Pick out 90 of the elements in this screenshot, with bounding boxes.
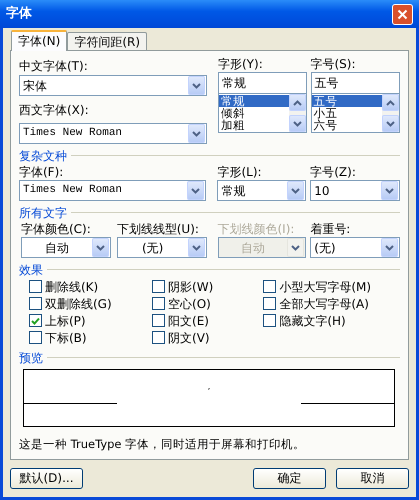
chevron-down-icon — [385, 244, 394, 250]
dropdown-field[interactable]: Times New Roman — [19, 180, 206, 201]
font-description: 这是一种 TrueType 字体，同时适用于屏幕和打印机。 — [19, 436, 306, 452]
checkbox[interactable] — [152, 297, 166, 310]
dropdown-button[interactable] — [188, 124, 205, 143]
list-item[interactable]: 五号 — [312, 95, 382, 107]
chevron-up-icon — [386, 100, 395, 106]
checkbox-label[interactable]: 下标(B) — [45, 328, 87, 346]
checkbox[interactable] — [29, 314, 42, 327]
chevron-down-icon — [192, 244, 200, 250]
checkbox[interactable] — [29, 280, 42, 293]
checkbox[interactable] — [152, 314, 166, 327]
checkbox-label[interactable]: 阴文(V) — [168, 328, 210, 346]
checkbox[interactable] — [29, 297, 42, 310]
checkbox-label[interactable]: 空心(O) — [168, 294, 211, 312]
checkbox-label[interactable]: 双删除线(G) — [45, 294, 112, 312]
dropdown-button[interactable] — [187, 181, 204, 200]
list-item[interactable]: 常规 — [219, 95, 288, 107]
dropdown-button[interactable] — [381, 238, 398, 257]
field-label: 下划线线型(U): — [116, 221, 200, 237]
field-label: 下划线颜色(I): — [218, 221, 296, 237]
chevron-down-icon — [292, 120, 302, 126]
field-label: 字形(Y): — [218, 56, 264, 72]
scroll-up-button[interactable] — [382, 94, 399, 111]
field-label: 中文字体(T): — [19, 58, 89, 74]
scroll-down-button[interactable] — [382, 115, 399, 132]
field-label: 字形(L): — [217, 164, 263, 180]
chevron-up-icon — [292, 100, 302, 106]
chevron-down-icon — [96, 244, 105, 250]
chevron-down-icon — [291, 244, 300, 250]
field-label: 着重号: — [310, 221, 352, 237]
dialog-button[interactable]: 默认(D)... — [10, 468, 83, 489]
chevron-down-icon — [192, 82, 201, 88]
checkbox[interactable] — [263, 314, 276, 327]
checkbox-label[interactable]: 删除线(K) — [45, 278, 98, 296]
dropdown-field[interactable]: (无) — [116, 237, 206, 258]
dropdown-field[interactable]: (无) — [310, 237, 400, 258]
field-label: 字号(Z): — [310, 164, 357, 180]
dropdown-field[interactable]: 宋体 — [19, 75, 207, 96]
dropdown-field[interactable]: 10 — [310, 180, 400, 201]
tab[interactable]: 字符间距(R) — [67, 32, 148, 50]
close-icon — [397, 8, 408, 20]
dropdown-button[interactable] — [287, 181, 304, 200]
list-item[interactable]: 小五 — [312, 107, 382, 119]
checkbox-label[interactable]: 全部大写字母(A) — [279, 294, 369, 312]
dropdown-button[interactable] — [188, 238, 204, 257]
preview-text: , — [208, 382, 210, 392]
dropdown-field[interactable]: 常规 — [217, 180, 306, 201]
window-title: 字体 — [6, 4, 32, 24]
scrollbar[interactable] — [288, 94, 306, 132]
section-heading: 预览 — [19, 350, 43, 366]
checkbox[interactable] — [152, 280, 166, 293]
checkbox[interactable] — [263, 280, 276, 293]
checkbox[interactable] — [29, 331, 42, 344]
close-button[interactable] — [392, 4, 413, 24]
list-item[interactable]: 六号 — [312, 119, 382, 131]
checkbox-label[interactable]: 阳文(E) — [168, 312, 209, 330]
input-field[interactable]: 常规 — [218, 72, 306, 94]
chevron-down-icon — [385, 188, 394, 194]
checkbox-label[interactable]: 隐藏文字(H) — [279, 312, 346, 330]
scroll-up-button[interactable] — [288, 94, 306, 111]
checkbox-label[interactable]: 小型大写字母(M) — [279, 278, 372, 296]
dialog-button[interactable]: 确定 — [253, 468, 326, 489]
dialog-button[interactable]: 取消 — [336, 468, 409, 489]
input-field[interactable]: 五号 — [310, 72, 400, 94]
list-item[interactable]: 倾斜 — [219, 107, 288, 119]
section-heading: 复杂文种 — [19, 148, 67, 164]
checkbox-label[interactable]: 上标(P) — [45, 312, 86, 330]
checkbox[interactable] — [263, 297, 276, 310]
dropdown-button[interactable] — [188, 76, 205, 95]
scroll-down-button[interactable] — [288, 115, 306, 132]
chevron-down-icon — [192, 130, 201, 136]
checkbox-label[interactable]: 阴影(W) — [168, 278, 214, 296]
field-label: 字号(S): — [310, 56, 357, 72]
dropdown-field[interactable]: Times New Roman — [19, 123, 207, 144]
field-label: 字体(F): — [19, 164, 64, 180]
field-label: 西文字体(X): — [19, 102, 90, 118]
scrollbar[interactable] — [382, 94, 399, 132]
checkbox[interactable] — [152, 331, 166, 344]
section-heading: 效果 — [19, 262, 43, 278]
chevron-down-icon — [291, 188, 300, 194]
tab[interactable]: 字体(N) — [11, 30, 68, 51]
list-item[interactable]: 加粗 — [219, 119, 288, 131]
section-heading: 所有文字 — [19, 204, 67, 222]
dropdown-button[interactable] — [92, 238, 109, 257]
dropdown-button[interactable] — [381, 181, 398, 200]
field-label: 字体颜色(C): — [21, 221, 92, 237]
chevron-down-icon — [191, 188, 200, 194]
dropdown-field[interactable]: 自动 — [21, 237, 111, 258]
chevron-down-icon — [386, 120, 395, 126]
